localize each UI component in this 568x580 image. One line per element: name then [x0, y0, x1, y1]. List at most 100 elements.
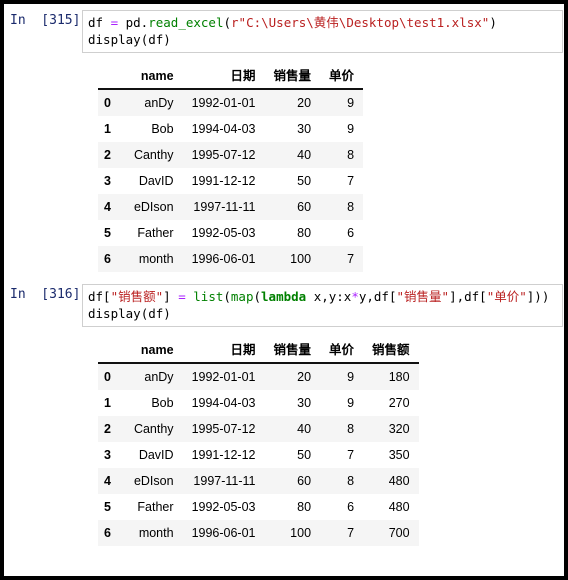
dataframe-header-1: name 日期 销售量 单价 [98, 63, 364, 90]
column-header-index [98, 337, 125, 364]
column-header-date: 日期 [182, 337, 265, 364]
table-row: 2 Canthy 1995-07-12 40 8 [98, 142, 364, 168]
cell-sales-qty: 40 [297, 148, 312, 162]
table-header-row: name 日期 销售量 单价 销售额 [98, 337, 419, 364]
cell-sales-qty: 50 [297, 448, 312, 462]
cell-date: 1997-11-11 [193, 474, 256, 488]
cell-sales-qty: 30 [297, 396, 312, 410]
code-token-function: display [88, 306, 141, 321]
notebook-cell-1[interactable]: In [315]: df = pd.read_excel(r"C:\Users\… [4, 4, 564, 53]
cell-date: 1995-07-12 [191, 422, 256, 436]
cell-index: 2 [104, 422, 111, 436]
cell-date: 1997-11-11 [193, 200, 256, 214]
cell-unit-price: 8 [347, 200, 355, 214]
cell-date: 1992-05-03 [191, 500, 256, 514]
cell-output-2: name 日期 销售量 单价 销售额 0 anDy 1992-01-01 20 … [4, 327, 564, 550]
cell-unit-price: 7 [347, 174, 355, 188]
notebook-page: In [315]: df = pd.read_excel(r"C:\Users\… [0, 0, 568, 580]
cell-unit-price: 8 [347, 474, 355, 488]
code-token-string: r"C:\Users\黄伟\Desktop\test1.xlsx" [231, 15, 490, 30]
cell-name: eDIson [133, 200, 174, 214]
cell-sales-amount: 700 [388, 526, 410, 540]
dataframe-header-2: name 日期 销售量 单价 销售额 [98, 337, 419, 364]
code-token: x,y:x [306, 289, 352, 304]
table-row: 6 month 1996-06-01 100 7 [98, 246, 364, 272]
code-token: df[ [88, 289, 111, 304]
cell-unit-price: 7 [347, 448, 355, 462]
cell-sales-qty: 40 [297, 422, 312, 436]
column-header-index [98, 63, 125, 90]
code-token-operator: = [178, 289, 186, 304]
code-token-function: map [230, 289, 254, 304]
cell-index: 5 [104, 226, 111, 240]
cell-sales-qty: 30 [297, 122, 312, 136]
notebook-cell-2[interactable]: In [316]: df["销售额"] = list(map(lambda x,… [4, 278, 564, 327]
code-editor-1[interactable]: df = pd.read_excel(r"C:\Users\黄伟\Desktop… [82, 10, 563, 53]
column-header-name: name [124, 63, 183, 90]
code-token-operator: * [351, 289, 359, 304]
cell-unit-price: 7 [347, 252, 355, 266]
dataframe-table-2: name 日期 销售量 单价 销售额 0 anDy 1992-01-01 20 … [98, 337, 419, 546]
code-token: ( [223, 15, 232, 30]
code-token: ] [163, 289, 179, 304]
cell-sales-amount: 270 [388, 396, 410, 410]
cell-unit-price: 9 [347, 122, 355, 136]
code-token-keyword: lambda [261, 289, 307, 304]
cell-unit-price: 7 [347, 526, 355, 540]
column-header-sales-qty: 销售量 [264, 337, 321, 364]
cell-sales-qty: 50 [297, 174, 312, 188]
table-row: 0 anDy 1992-01-01 20 9 180 [98, 363, 419, 390]
table-row: 1 Bob 1994-04-03 30 9 270 [98, 390, 419, 416]
code-token: (df) [140, 306, 171, 321]
table-row: 5 Father 1992-05-03 80 6 [98, 220, 364, 246]
cell-name: month [138, 252, 174, 266]
column-header-name: name [124, 337, 183, 364]
table-row: 4 eDIson 1997-11-11 60 8 [98, 194, 364, 220]
code-token: ],df[ [449, 289, 487, 304]
cell-date: 1991-12-12 [191, 174, 256, 188]
cell-index: 5 [104, 500, 111, 514]
cell-unit-price: 6 [347, 226, 355, 240]
table-row: 1 Bob 1994-04-03 30 9 [98, 116, 364, 142]
code-token-string: "单价" [486, 289, 527, 304]
code-token: y,df[ [358, 289, 397, 304]
cell-index: 1 [104, 122, 111, 136]
cell-sales-qty: 100 [290, 526, 312, 540]
cell-name: DavID [138, 448, 174, 462]
cell-index: 0 [104, 370, 111, 384]
column-header-sales-qty: 销售量 [264, 63, 321, 90]
cell-date: 1994-04-03 [191, 122, 256, 136]
output-gutter [4, 63, 98, 272]
code-token-function: list [193, 289, 224, 304]
cell-sales-amount: 350 [388, 448, 410, 462]
cell-sales-qty: 20 [297, 96, 312, 110]
cell-name: month [138, 526, 174, 540]
column-header-unit-price: 单价 [320, 63, 364, 90]
code-token: ) [489, 15, 497, 30]
cell-unit-price: 8 [347, 148, 355, 162]
code-token: ])) [526, 289, 550, 304]
cell-prompt-1: In [315]: [10, 13, 89, 28]
cell-name: Father [137, 226, 174, 240]
code-token-function: read_excel [148, 15, 224, 30]
code-editor-2[interactable]: df["销售额"] = list(map(lambda x,y:x*y,df["… [82, 284, 563, 327]
code-line-2-1: df["销售额"] = list(map(lambda x,y:x*y,df["… [88, 288, 558, 305]
table-row: 2 Canthy 1995-07-12 40 8 320 [98, 416, 419, 442]
cell-sales-qty: 80 [297, 500, 312, 514]
cell-date: 1992-05-03 [191, 226, 256, 240]
cell-name: DavID [138, 174, 174, 188]
cell-output-1: name 日期 销售量 单价 0 anDy 1992-01-01 20 9 1 … [4, 53, 564, 276]
dataframe-body-1: 0 anDy 1992-01-01 20 9 1 Bob 1994-04-03 … [98, 89, 364, 272]
table-row: 6 month 1996-06-01 100 7 700 [98, 520, 419, 546]
code-token-string: "销售额" [110, 289, 164, 304]
cell-index: 4 [104, 200, 111, 214]
cell-index: 4 [104, 474, 111, 488]
table-row: 4 eDIson 1997-11-11 60 8 480 [98, 468, 419, 494]
cell-name: Canthy [133, 422, 174, 436]
code-line-2-2: display(df) [88, 305, 558, 322]
cell-sales-qty: 20 [297, 370, 312, 384]
cell-sales-qty: 80 [297, 226, 312, 240]
cell-prompt-2: In [316]: [10, 287, 89, 302]
cell-index: 3 [104, 448, 111, 462]
cell-index: 6 [104, 252, 111, 266]
